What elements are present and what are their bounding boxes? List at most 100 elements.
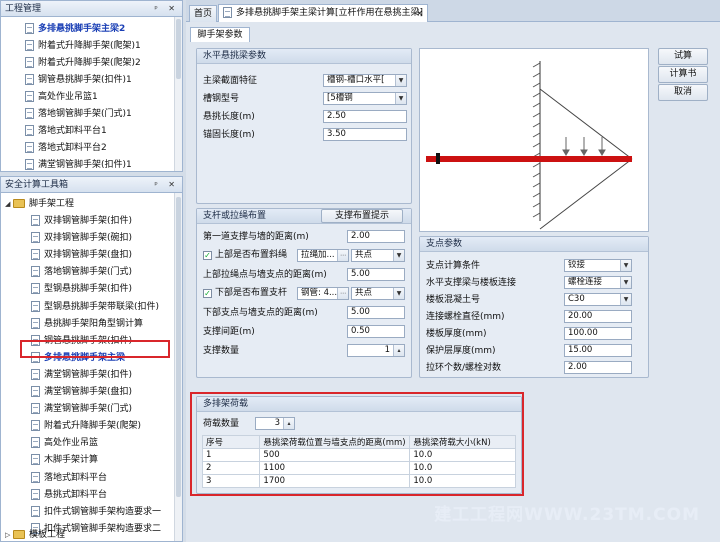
project-item[interactable]: 多排悬挑脚手架主梁2	[25, 21, 125, 38]
toolbox-item[interactable]: 型钢悬挑脚手架带联梁(扣件)	[31, 299, 159, 316]
toolbox-panel: 安全计算工具箱 ᵖ ✕ ◢ 脚手架工程 双排钢管脚手架(扣件) 双排钢管脚手架(碗扣…	[0, 176, 183, 542]
stepper-icon[interactable]: ▴	[393, 345, 404, 356]
collapse-icon[interactable]: ◢	[5, 196, 13, 213]
project-scrollbar[interactable]	[174, 17, 182, 171]
toolbox-item[interactable]: 木脚手架计算	[31, 452, 98, 469]
expand-icon[interactable]: ▷	[5, 527, 13, 542]
support-hint-button[interactable]: 支撑布置提示	[321, 209, 403, 223]
pivot-params-group: 支点参数 支点计算条件 铰接 ▼ 水平支撑梁与楼板连接 螺栓连接 ▼ 楼板混凝土号 C30 ▼ 连…	[419, 236, 649, 378]
toolbox-item[interactable]: 附着式升降脚手架(爬架)	[31, 418, 141, 435]
field-label: 槽钢型号	[203, 94, 240, 104]
field-dropdown[interactable]: 槽钢-槽口水平[▼	[323, 74, 407, 87]
project-item[interactable]: 附着式升降脚手架(爬架)2	[25, 55, 141, 72]
lower-dist-input[interactable]: 5.00	[347, 306, 405, 319]
project-item[interactable]: 高处作业吊篮1	[25, 89, 98, 106]
document-icon	[31, 403, 40, 415]
chevron-down-icon[interactable]: ▼	[620, 260, 631, 271]
upper-tie-type[interactable]: 拉绳加... ⋯	[297, 249, 349, 262]
toolbox-item[interactable]: 双排钢管脚手架(盘扣)	[31, 247, 132, 264]
pivot-params-title: 支点参数	[420, 237, 648, 252]
upper-dist-label: 上部拉绳点与墙支点的距离(m)	[203, 270, 327, 280]
project-item[interactable]: 钢管悬挑脚手架(扣件)1	[25, 72, 132, 89]
count-stepper[interactable]: 1 ▴	[347, 344, 405, 357]
field-input[interactable]: 15.00	[564, 344, 632, 357]
lower-strut-type[interactable]: 钢管: 4... ⋯	[297, 287, 349, 300]
document-icon	[31, 317, 40, 329]
toolbox-item[interactable]: 满堂钢管脚手架(盘扣)	[31, 384, 132, 401]
report-button[interactable]: 计算书	[658, 66, 708, 83]
field-dropdown[interactable]: 螺栓连接 ▼	[564, 276, 632, 289]
pin-icon[interactable]: ᵖ	[154, 180, 161, 189]
toolbox-item[interactable]: 落地钢管脚手架(门式)	[31, 264, 132, 281]
first-dist-input[interactable]: 2.00	[347, 230, 405, 243]
toolbox-item[interactable]: 双排钢管脚手架(扣件)	[31, 213, 132, 230]
lower-strut-point[interactable]: 共点 ▼	[351, 287, 405, 300]
document-icon	[25, 57, 34, 68]
tree-root-scaffold[interactable]: ◢ 脚手架工程	[5, 196, 74, 213]
toolbox-item[interactable]: 满堂钢管脚手架(门式)	[31, 401, 132, 418]
field-input[interactable]: 2.00	[564, 361, 632, 374]
toolbox-scrollbar[interactable]	[174, 193, 182, 541]
project-item[interactable]: 满堂钢管脚手架(扣件)1	[25, 157, 132, 174]
field-dropdown[interactable]: [5槽钢 ▼	[323, 92, 407, 105]
chevron-down-icon[interactable]: ▼	[393, 288, 404, 299]
ellipsis-icon[interactable]: ⋯	[337, 250, 348, 261]
project-item[interactable]: 落地钢管脚手架(门式)1	[25, 106, 132, 123]
field-input[interactable]: 20.00	[564, 310, 632, 323]
tree-root-formwork[interactable]: ▷ 模板工程	[5, 527, 65, 542]
field-input[interactable]: 100.00	[564, 327, 632, 340]
toolbox-item[interactable]: 满堂钢管脚手架(扣件)	[31, 367, 132, 384]
toolbox-item[interactable]: 型钢悬挑脚手架(扣件)	[31, 281, 132, 298]
cancel-button[interactable]: 取消	[658, 84, 708, 101]
toolbox-item[interactable]: 落地式卸料平台	[31, 470, 107, 487]
beam-params-title: 水平悬挑梁参数	[197, 49, 411, 64]
upper-tie-point[interactable]: 共点 ▼	[351, 249, 405, 262]
subtab-params[interactable]: 脚手架参数	[190, 27, 250, 42]
toolbox-item[interactable]: 扣件式钢管脚手架构造要求一	[31, 504, 161, 521]
project-panel-title: 工程管理	[5, 4, 42, 14]
beam-diagram	[419, 48, 649, 232]
field-input[interactable]: 2.50	[323, 110, 407, 123]
cantilever-beam	[426, 156, 632, 162]
close-icon[interactable]: ✕	[168, 180, 179, 189]
spacing-label: 支撑间距(m)	[203, 327, 255, 337]
document-icon	[31, 454, 40, 466]
project-panel: 工程管理 ᵖ ✕ 多排悬挑脚手架主梁2 附着式升降脚手架(爬架)1 附着式升降脚手架…	[0, 0, 183, 172]
tab-calc[interactable]: 多排悬挑脚手架主梁计算[立杆作用在悬挑主梁] ✕	[218, 4, 428, 23]
document-icon	[31, 471, 40, 483]
toolbox-panel-title: 安全计算工具箱	[5, 180, 69, 190]
field-dropdown[interactable]: 铰接 ▼	[564, 259, 632, 272]
project-item[interactable]: 落地式卸料平台2	[25, 140, 107, 157]
toolbox-item[interactable]: 高处作业吊篮	[31, 435, 98, 452]
toolbox-item[interactable]: 双排钢管脚手架(碗扣)	[31, 230, 132, 247]
document-icon	[25, 91, 34, 102]
lower-strut-checkbox[interactable]: ✓	[203, 289, 212, 298]
field-dropdown[interactable]: C30 ▼	[564, 293, 632, 306]
field-input[interactable]: 3.50	[323, 128, 407, 141]
field-label: 拉环个数/螺栓对数	[426, 363, 502, 373]
chevron-down-icon[interactable]: ▼	[395, 75, 406, 86]
ellipsis-icon[interactable]: ⋯	[337, 288, 348, 299]
lower-strut-label: 下部是否布置支杆	[215, 288, 288, 298]
tab-close-icon[interactable]: ✕	[416, 5, 423, 22]
field-label: 锚固长度(m)	[203, 130, 255, 140]
beam-diagram-svg	[426, 61, 633, 230]
document-icon	[31, 249, 40, 261]
document-icon	[31, 215, 40, 226]
project-item[interactable]: 附着式升降脚手架(爬架)1	[25, 38, 141, 55]
pin-icon[interactable]: ᵖ	[154, 4, 161, 13]
upper-tie-checkbox[interactable]: ✓	[203, 251, 212, 260]
chevron-down-icon[interactable]: ▼	[393, 250, 404, 261]
toolbox-item[interactable]: 悬挑脚手架阳角型钢计算	[31, 316, 143, 333]
chevron-down-icon[interactable]: ▼	[395, 93, 406, 104]
tab-home[interactable]: 首页	[189, 5, 217, 22]
count-label: 支撑数量	[203, 346, 240, 356]
close-icon[interactable]: ✕	[168, 4, 179, 13]
chevron-down-icon[interactable]: ▼	[620, 277, 631, 288]
toolbox-item[interactable]: 悬挑式卸料平台	[31, 487, 107, 504]
upper-dist-input[interactable]: 5.00	[347, 268, 405, 281]
trial-calc-button[interactable]: 试算	[658, 48, 708, 65]
project-item[interactable]: 落地式卸料平台1	[25, 123, 107, 140]
chevron-down-icon[interactable]: ▼	[620, 294, 631, 305]
spacing-input[interactable]: 0.50	[347, 325, 405, 338]
